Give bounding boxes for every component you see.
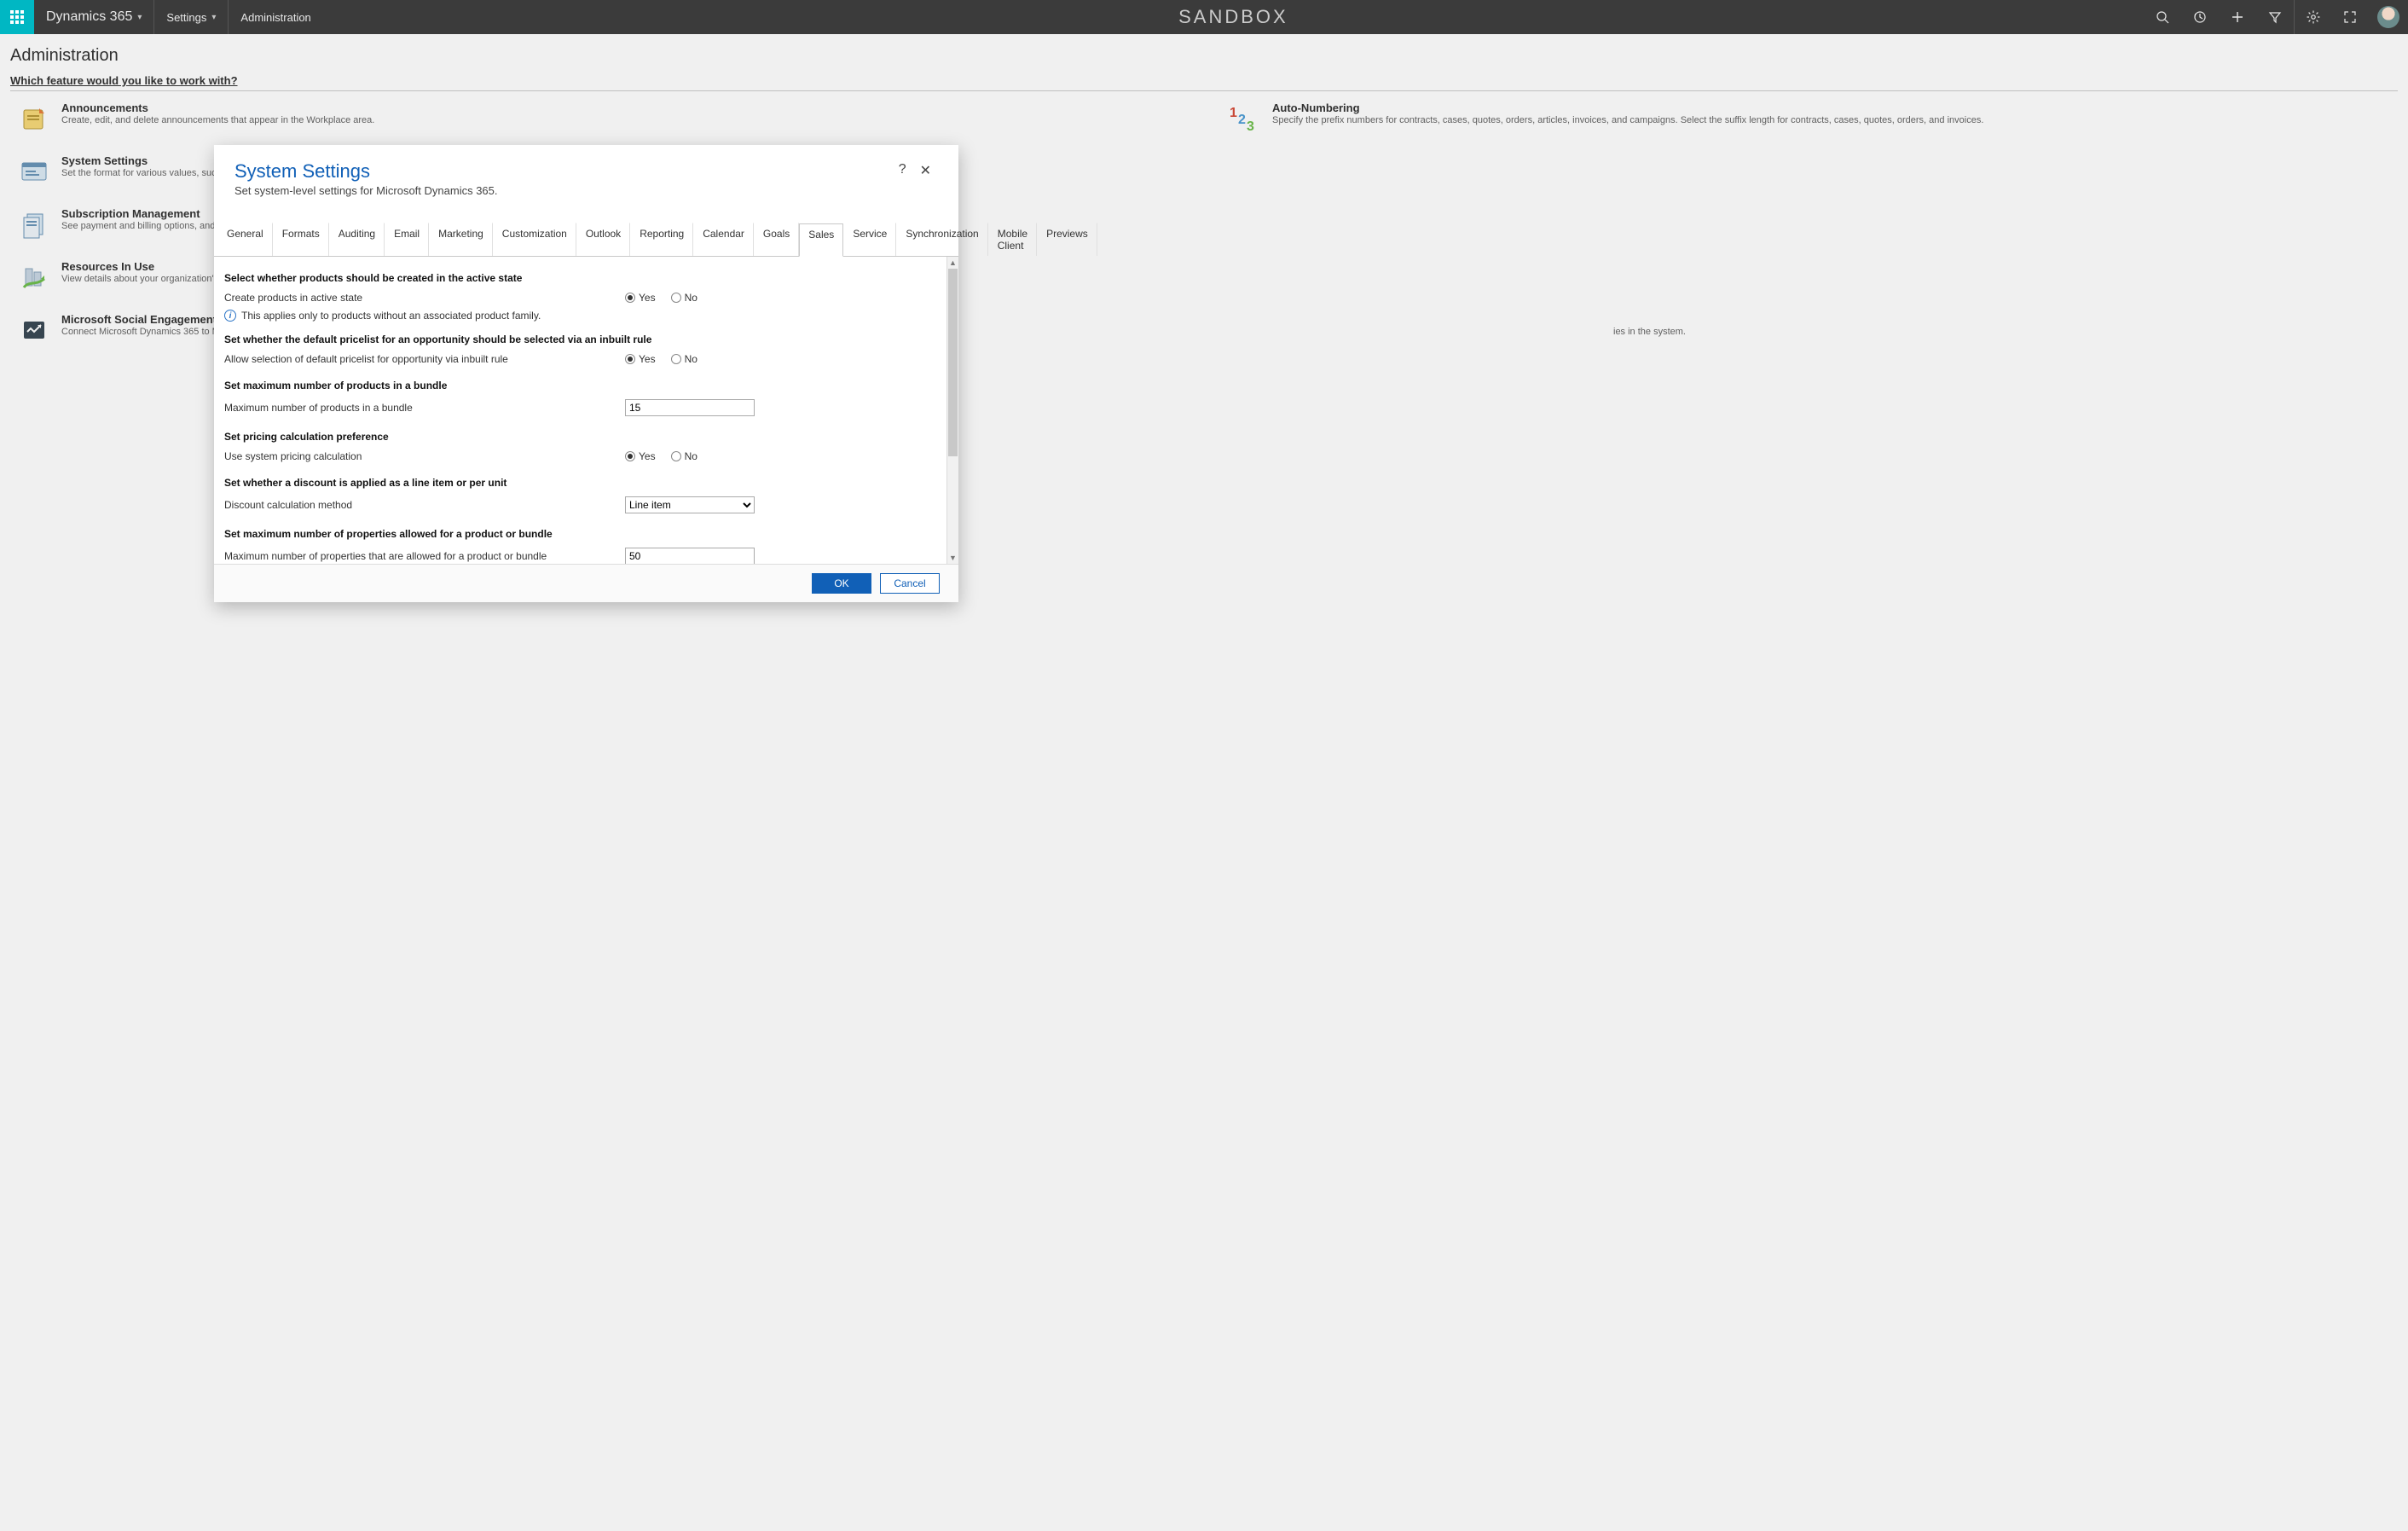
dialog-tabs: General Formats Auditing Email Marketing… <box>214 204 958 257</box>
setting-label: Allow selection of default pricelist for… <box>224 353 625 365</box>
setting-default-pricelist: Allow selection of default pricelist for… <box>224 351 941 368</box>
tab-mobile-client[interactable]: Mobile Client <box>988 223 1037 256</box>
setting-max-bundle-products: Maximum number of products in a bundle <box>224 397 941 419</box>
setting-max-properties: Maximum number of properties that are al… <box>224 545 941 564</box>
max-properties-input[interactable] <box>625 548 755 564</box>
search-icon <box>2156 10 2169 24</box>
scrollbar[interactable]: ▲ ▼ <box>946 257 958 564</box>
recent-button[interactable] <box>2181 0 2219 34</box>
search-button[interactable] <box>2144 0 2181 34</box>
section-title: Set pricing calculation preference <box>224 431 941 443</box>
radio-on-icon <box>625 293 635 303</box>
environment-badge: SANDBOX <box>323 0 2144 34</box>
radio-yes[interactable]: Yes <box>625 353 656 365</box>
radio-off-icon <box>671 451 681 461</box>
max-bundle-products-input[interactable] <box>625 399 755 416</box>
administration-crumb[interactable]: Administration <box>229 0 322 34</box>
setting-label: Discount calculation method <box>224 499 625 511</box>
settings-button[interactable] <box>2294 0 2331 34</box>
product-crumb[interactable]: Dynamics 365 ▾ <box>34 0 154 34</box>
tab-outlook[interactable]: Outlook <box>576 223 630 256</box>
product-label: Dynamics 365 <box>46 9 132 25</box>
tab-general[interactable]: General <box>217 223 273 256</box>
dialog-subtitle: Set system-level settings for Microsoft … <box>234 184 892 197</box>
dialog-footer: OK Cancel <box>214 564 958 602</box>
tab-synchronization[interactable]: Synchronization <box>896 223 987 256</box>
settings-label: Settings <box>166 11 206 24</box>
gear-icon <box>2307 10 2320 24</box>
fullscreen-button[interactable] <box>2331 0 2369 34</box>
radio-on-icon <box>625 354 635 364</box>
section-title: Set whether the default pricelist for an… <box>224 333 941 345</box>
ok-button[interactable]: OK <box>812 573 871 594</box>
plus-icon <box>2231 10 2244 24</box>
chevron-down-icon: ▾ <box>211 13 216 22</box>
setting-label: Maximum number of properties that are al… <box>224 550 625 562</box>
avatar[interactable] <box>2377 6 2399 28</box>
section-title: Select whether products should be create… <box>224 272 941 284</box>
app-launcher-button[interactable] <box>0 0 34 34</box>
setting-label: Use system pricing calculation <box>224 450 625 462</box>
waffle-icon <box>10 10 24 24</box>
add-button[interactable] <box>2219 0 2256 34</box>
info-text: This applies only to products without an… <box>241 310 541 322</box>
chevron-down-icon: ▾ <box>137 13 142 22</box>
setting-label: Maximum number of products in a bundle <box>224 402 625 414</box>
radio-no[interactable]: No <box>671 450 698 462</box>
clock-icon <box>2193 10 2207 24</box>
filter-button[interactable] <box>2256 0 2294 34</box>
dialog-title: System Settings <box>234 160 892 183</box>
close-button[interactable]: ✕ <box>913 160 938 181</box>
scroll-up-icon[interactable]: ▲ <box>947 257 958 269</box>
tab-email[interactable]: Email <box>385 223 429 256</box>
setting-discount-method: Discount calculation method Line item <box>224 494 941 516</box>
radio-yes[interactable]: Yes <box>625 450 656 462</box>
settings-crumb[interactable]: Settings ▾ <box>154 0 229 34</box>
setting-label: Create products in active state <box>224 292 625 304</box>
radio-on-icon <box>625 451 635 461</box>
tab-marketing[interactable]: Marketing <box>429 223 493 256</box>
radio-off-icon <box>671 293 681 303</box>
scroll-thumb[interactable] <box>948 269 958 456</box>
radio-no[interactable]: No <box>671 353 698 365</box>
radio-yes[interactable]: Yes <box>625 292 656 304</box>
setting-create-products-active: Create products in active state Yes No <box>224 289 941 306</box>
tab-sales[interactable]: Sales <box>799 223 843 257</box>
system-settings-dialog: System Settings Set system-level setting… <box>214 145 958 602</box>
section-title: Set maximum number of products in a bund… <box>224 380 941 391</box>
tab-auditing[interactable]: Auditing <box>329 223 385 256</box>
tab-service[interactable]: Service <box>843 223 896 256</box>
funnel-icon <box>2268 10 2282 24</box>
radio-no[interactable]: No <box>671 292 698 304</box>
tab-reporting[interactable]: Reporting <box>630 223 693 256</box>
dialog-body: Select whether products should be create… <box>214 257 958 564</box>
scroll-down-icon[interactable]: ▼ <box>947 552 958 564</box>
tab-calendar[interactable]: Calendar <box>693 223 754 256</box>
dialog-header: System Settings Set system-level setting… <box>214 145 958 204</box>
info-icon: i <box>224 310 236 322</box>
info-note: i This applies only to products without … <box>224 310 941 322</box>
cancel-button[interactable]: Cancel <box>880 573 940 594</box>
top-nav-bar: Dynamics 365 ▾ Settings ▾ Administration… <box>0 0 2408 34</box>
tab-previews[interactable]: Previews <box>1037 223 1097 256</box>
administration-label: Administration <box>240 11 310 24</box>
expand-icon <box>2343 10 2357 24</box>
radio-off-icon <box>671 354 681 364</box>
help-button[interactable]: ? <box>892 160 913 179</box>
section-title: Set maximum number of properties allowed… <box>224 528 941 540</box>
tab-formats[interactable]: Formats <box>273 223 329 256</box>
section-title: Set whether a discount is applied as a l… <box>224 477 941 489</box>
tab-goals[interactable]: Goals <box>754 223 799 256</box>
discount-method-select[interactable]: Line item <box>625 496 755 513</box>
tab-customization[interactable]: Customization <box>493 223 576 256</box>
topbar-actions <box>2144 0 2408 34</box>
setting-pricing-calc: Use system pricing calculation Yes No <box>224 448 941 465</box>
